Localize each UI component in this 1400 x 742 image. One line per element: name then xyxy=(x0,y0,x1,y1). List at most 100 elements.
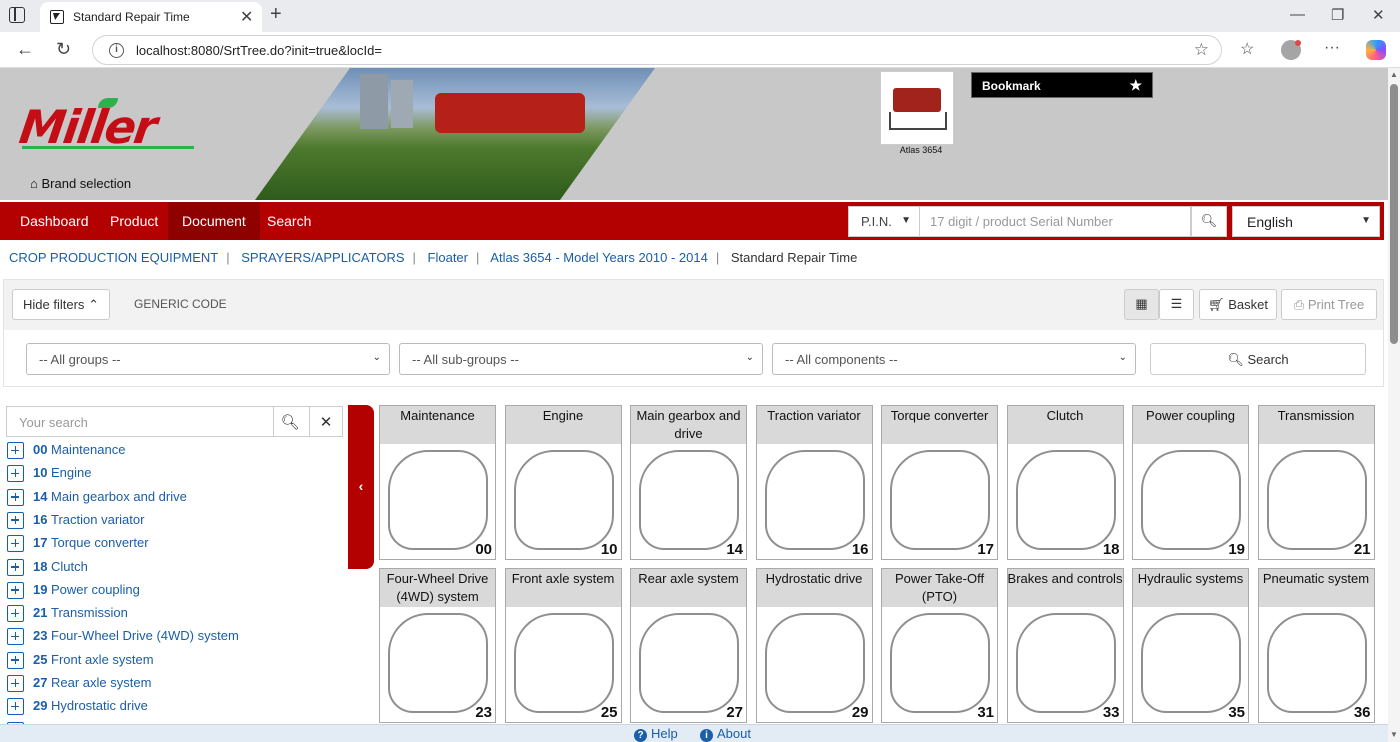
tree-item-label: Front axle system xyxy=(51,651,154,667)
help-link[interactable]: ? Help xyxy=(634,726,678,742)
nav-search[interactable]: Search xyxy=(253,202,325,240)
language-select[interactable]: English ▼ xyxy=(1232,206,1380,237)
favorite-star-icon[interactable]: ☆ xyxy=(1194,40,1209,60)
chevron-left-icon: ‹ xyxy=(358,478,364,494)
group-card[interactable]: Hydraulic systems 35 xyxy=(1132,568,1249,723)
nav-product[interactable]: Product xyxy=(96,202,172,240)
group-card[interactable]: Four-Wheel Drive (4WD) system 23 xyxy=(379,568,496,723)
subgroup-select[interactable]: -- All sub-groups -- ⌄ xyxy=(399,343,763,375)
expand-icon[interactable] xyxy=(7,698,24,716)
group-card-title: Brakes and controls xyxy=(1007,569,1123,607)
scroll-up-icon[interactable]: ▲ xyxy=(1390,70,1398,79)
group-card[interactable]: Transmission 21 xyxy=(1257,405,1375,560)
generic-code-label[interactable]: GENERIC CODE xyxy=(134,297,227,311)
minimize-icon[interactable]: — xyxy=(1290,6,1305,23)
component-drawing xyxy=(890,450,990,550)
breadcrumb-model[interactable]: Atlas 3654 - Model Years 2010 - 2014 xyxy=(490,250,708,265)
group-card[interactable]: Hydrostatic drive 29 xyxy=(755,568,873,723)
expand-icon[interactable] xyxy=(7,465,24,483)
serial-search-button[interactable]: 🔍︎ xyxy=(1191,206,1227,237)
expand-icon[interactable] xyxy=(7,675,24,692)
tab-actions-icon[interactable] xyxy=(9,7,25,23)
expand-icon[interactable] xyxy=(7,605,24,623)
site-info-icon[interactable]: i xyxy=(109,43,124,58)
group-card[interactable]: Main gearbox and drive 14 xyxy=(630,405,747,560)
hide-filters-button[interactable]: Hide filters ⌃ xyxy=(12,289,110,320)
bookmark-button[interactable]: Bookmark ★ xyxy=(971,72,1153,98)
tree-item-code: 25 xyxy=(33,651,48,667)
chevron-down-icon: ⌄ xyxy=(745,352,754,363)
close-window-icon[interactable]: ✕ xyxy=(1372,6,1385,24)
maximize-icon[interactable]: ❐ xyxy=(1331,6,1344,24)
group-card[interactable]: Pneumatic system 36 xyxy=(1257,568,1375,723)
breadcrumb-sprayers[interactable]: SPRAYERS/APPLICATORS xyxy=(241,250,404,265)
breadcrumb-crop[interactable]: CROP PRODUCTION EQUIPMENT xyxy=(9,250,218,265)
component-select[interactable]: -- All components -- ⌄ xyxy=(772,343,1136,375)
expand-icon[interactable] xyxy=(7,511,24,529)
group-card[interactable]: Power Take-Off (PTO) 31 xyxy=(881,568,998,723)
tree-search-input[interactable]: Your search xyxy=(19,415,88,430)
tab-title: Standard Repair Time xyxy=(73,10,190,24)
browser-tab[interactable]: Standard Repair Time ✕ xyxy=(40,2,262,32)
group-card-number: 21 xyxy=(1353,541,1371,558)
collapse-panel-button[interactable]: ‹ xyxy=(348,405,374,569)
scroll-thumb[interactable] xyxy=(1390,84,1398,344)
list-view-button[interactable]: ☰ xyxy=(1159,289,1194,320)
group-card-title: Clutch xyxy=(1007,406,1123,444)
group-card[interactable]: Torque converter 17 xyxy=(881,405,998,560)
tree-item-label: Hydrostatic drive xyxy=(51,698,148,714)
new-tab-icon[interactable]: + xyxy=(270,3,282,26)
group-card[interactable]: Traction variator 16 xyxy=(755,405,873,560)
pin-type-select[interactable]: P.I.N. ▼ xyxy=(848,206,920,237)
tree-item-label: Transmission xyxy=(51,605,128,621)
group-card-title: Main gearbox and drive xyxy=(631,406,746,444)
tree-search-button[interactable]: 🔍︎ xyxy=(273,407,306,436)
chevron-down-icon: ⌄ xyxy=(372,352,381,363)
group-card[interactable]: Rear axle system 27 xyxy=(630,568,747,723)
reload-icon[interactable]: ↻ xyxy=(56,39,71,60)
group-card[interactable]: Brakes and controls 33 xyxy=(1006,568,1124,723)
close-tab-icon[interactable]: ✕ xyxy=(240,7,253,27)
profile-avatar[interactable] xyxy=(1281,40,1301,60)
expand-icon[interactable] xyxy=(7,628,24,646)
machine-thumbnail[interactable] xyxy=(880,71,954,145)
favorites-icon[interactable]: ☆ xyxy=(1240,39,1254,59)
brand-selection-link[interactable]: ⌂ Brand selection xyxy=(30,176,131,191)
expand-icon[interactable] xyxy=(7,442,24,459)
expand-icon[interactable] xyxy=(7,581,24,599)
group-card[interactable]: Clutch 18 xyxy=(1006,405,1124,560)
group-card-number: 31 xyxy=(977,704,994,721)
group-card[interactable]: Maintenance 00 xyxy=(379,405,496,560)
filter-search-button[interactable]: 🔍︎ Search xyxy=(1150,343,1366,375)
tree-item-code: 21 xyxy=(33,605,48,621)
component-drawing xyxy=(513,613,614,713)
tree-item-code: 19 xyxy=(33,581,48,597)
more-options-icon[interactable]: ··· xyxy=(1324,39,1340,57)
print-tree-button[interactable]: ⎙ Print Tree xyxy=(1281,289,1377,320)
copilot-icon[interactable] xyxy=(1366,40,1386,60)
back-icon[interactable]: ← xyxy=(16,39,34,60)
nav-dashboard[interactable]: Dashboard xyxy=(6,202,103,240)
expand-icon[interactable] xyxy=(7,488,24,506)
grid-view-button[interactable]: ▦ xyxy=(1124,289,1159,320)
group-card-title: Traction variator xyxy=(756,406,872,444)
url-field[interactable]: i localhost:8080/SrtTree.do?init=true&lo… xyxy=(92,35,1222,65)
scroll-down-icon[interactable]: ▼ xyxy=(1390,730,1398,739)
serial-number-input[interactable]: 17 digit / product Serial Number xyxy=(919,206,1191,237)
page-scrollbar[interactable]: ▲ ▼ xyxy=(1388,68,1400,742)
address-bar: ← ↻ i localhost:8080/SrtTree.do?init=tru… xyxy=(0,32,1400,68)
nav-document[interactable]: Document xyxy=(168,202,260,240)
group-card[interactable]: Engine 10 xyxy=(504,405,622,560)
expand-icon[interactable] xyxy=(7,651,24,669)
tree-clear-button[interactable]: ✕ xyxy=(309,407,342,436)
close-icon: ✕ xyxy=(319,414,333,431)
about-link[interactable]: i About xyxy=(700,726,751,742)
group-card[interactable]: Front axle system 25 xyxy=(504,568,622,723)
group-select[interactable]: -- All groups -- ⌄ xyxy=(26,343,390,375)
group-card[interactable]: Power coupling 19 xyxy=(1132,405,1249,560)
expand-icon[interactable] xyxy=(7,535,24,553)
expand-icon[interactable] xyxy=(7,558,24,576)
breadcrumb-floater[interactable]: Floater xyxy=(428,250,468,265)
basket-button[interactable]: 🛒︎ Basket xyxy=(1199,289,1277,320)
sprayer-wheels xyxy=(889,112,947,130)
